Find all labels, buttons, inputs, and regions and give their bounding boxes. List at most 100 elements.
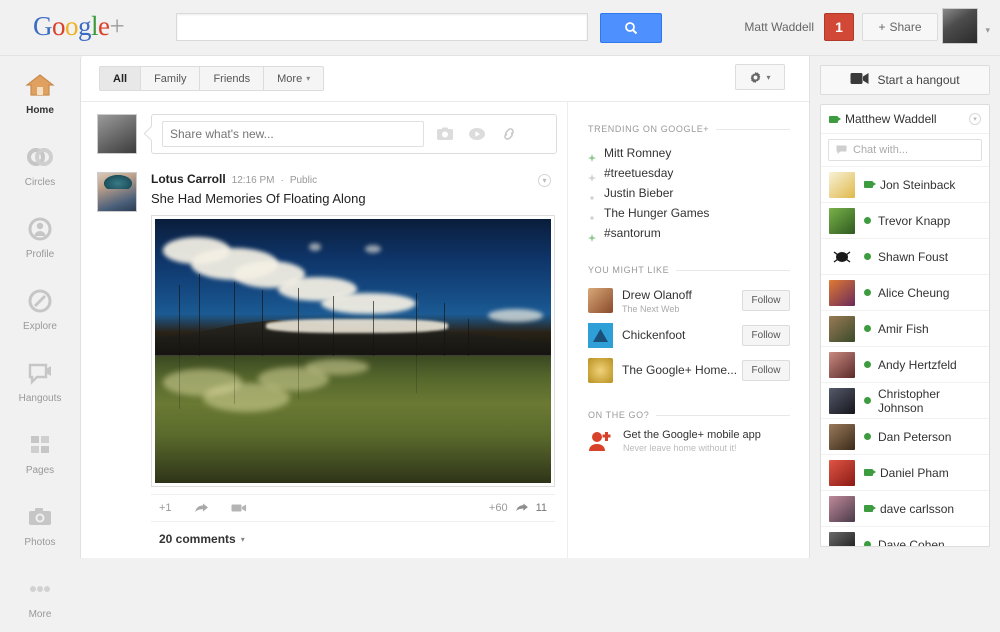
post-photo-frame[interactable] [151,215,555,487]
mobile-app-subtitle: Never leave home without it! [623,443,737,453]
avatar[interactable] [588,287,613,313]
list-item[interactable]: Alice Cheung [821,274,989,310]
list-item[interactable]: Jon Steinback [821,166,989,202]
tab-all[interactable]: All [99,66,141,91]
list-item[interactable]: Shawn Foust [821,238,989,274]
search-button[interactable] [600,13,662,43]
start-hangout-label: Start a hangout [877,73,960,87]
video-camera-icon[interactable] [231,503,247,513]
list-item[interactable]: Daniel Pham [821,454,989,490]
more-dots-icon [23,572,57,606]
camera-icon[interactable] [434,124,456,144]
share-arrow-icon[interactable] [194,503,209,514]
sidebar-item-circles[interactable]: Circles [0,128,80,200]
chevron-down-icon[interactable]: ▾ [241,535,245,544]
left-navigation: Home Circles Profile Explore Hangouts Pa… [0,56,80,620]
post-title: She Had Memories Of Floating Along [151,191,366,206]
list-item[interactable]: Christopher Johnson [821,382,989,418]
chat-with-placeholder: Chat with... [853,144,909,156]
follow-button[interactable]: Follow [742,359,790,381]
sidebar-item-hangouts[interactable]: Hangouts [0,344,80,416]
sidebar-item-photos[interactable]: Photos [0,488,80,560]
avatar[interactable] [588,322,613,348]
suggestion-name[interactable]: Chickenfoot [622,328,685,342]
sidebar-item-explore[interactable]: Explore [0,272,80,344]
google-plus-logo[interactable]: Google+ [33,13,125,40]
trending-item[interactable]: #santorum [588,223,790,243]
post-timestamp: 12:16 PM [231,175,275,186]
share-arrow-icon[interactable] [515,503,529,513]
chat-current-user[interactable]: Matthew Waddell ▾ [821,105,989,134]
video-status-icon [829,115,841,123]
suggestion-names: Chickenfoot [622,326,734,344]
list-item[interactable]: Trevor Knapp [821,202,989,238]
list-item[interactable]: Amir Fish [821,310,989,346]
settings-button[interactable]: ▾ [735,64,785,90]
post-author[interactable]: Lotus Carroll [151,172,226,186]
current-user-name[interactable]: Matt Waddell [744,20,814,34]
avatar [829,495,855,522]
list-item[interactable]: Dave Cohen [821,526,989,546]
suggestion-name[interactable]: Drew Olanoff [622,288,692,302]
notification-badge[interactable]: 1 [824,13,854,41]
avatar [829,279,855,306]
reshare-count: 11 [535,502,547,514]
stream-tabbar: All Family Friends More ▾ ▾ [81,56,809,102]
trending-item[interactable]: Mitt Romney [588,143,790,163]
sidebar-item-profile[interactable]: Profile [0,200,80,272]
trending-item[interactable]: #treetuesday [588,163,790,183]
post-menu-button[interactable]: ▾ [538,174,551,187]
chat-sidebar: Start a hangout Matthew Waddell ▾ Chat w… [810,56,1000,558]
user-avatar[interactable] [942,8,978,44]
tab-family[interactable]: Family [140,66,200,91]
contact-name: Christopher Johnson [878,386,941,415]
chevron-down-icon: ▾ [766,72,771,82]
start-hangout-button[interactable]: Start a hangout [820,65,990,95]
avatar[interactable] [588,357,613,383]
search-icon [625,22,638,35]
share-bubble [151,114,557,154]
sidebar-item-more[interactable]: More [0,560,80,632]
online-status-icon [864,541,871,546]
plus-one-button[interactable]: +1 [159,502,172,514]
comments-count-label[interactable]: 20 comments [159,532,236,546]
list-item[interactable]: dave carlsson [821,490,989,526]
chevron-down-icon[interactable]: ▾ [969,113,981,125]
avatar[interactable] [97,172,137,212]
avatar [829,351,855,378]
sidebar-item-pages[interactable]: Pages [0,416,80,488]
tab-label: Family [154,72,187,85]
hangouts-icon [23,356,57,390]
online-status-icon [864,253,871,260]
section-title: TRENDING ON GOOGLE+ [588,124,710,134]
list-item[interactable]: Andy Hertzfeld [821,346,989,382]
mobile-app-link[interactable]: Get the Google+ mobile app [623,429,761,441]
suggestion-names: The Google+ Home... [622,361,737,379]
chat-with-input[interactable]: Chat with... [828,139,982,161]
trending-item[interactable]: Justin Bieber [588,183,790,203]
tab-friends[interactable]: Friends [199,66,264,91]
search-input[interactable] [176,13,588,41]
follow-button[interactable]: Follow [742,324,790,346]
sidebar-label: Circles [24,177,56,188]
video-status-icon [864,469,876,476]
share-input[interactable] [162,121,424,147]
video-icon[interactable] [466,124,488,144]
online-status-icon [864,361,871,368]
tab-more[interactable]: More ▾ [263,66,325,91]
share-button[interactable]: + Share [862,13,938,41]
link-icon[interactable] [498,124,520,144]
trending-item[interactable]: The Hunger Games [588,203,790,223]
post-actions: +1 +60 11 [151,494,555,522]
contact-name: Amir Fish [878,321,929,336]
sidebar-item-home[interactable]: Home [0,56,80,128]
suggestion-name[interactable]: The Google+ Home... [622,363,737,377]
contact-name: Shawn Foust [878,249,949,264]
profile-icon [23,212,57,246]
follow-button[interactable]: Follow [742,289,790,311]
chevron-down-icon[interactable]: ▾ [985,25,990,36]
stream-panel: All Family Friends More ▾ ▾ Share what's… [80,56,810,558]
plus-one-count[interactable]: +60 [489,502,508,514]
you-might-like-header: YOU MIGHT LIKE [588,265,790,275]
list-item[interactable]: Dan Peterson [821,418,989,454]
